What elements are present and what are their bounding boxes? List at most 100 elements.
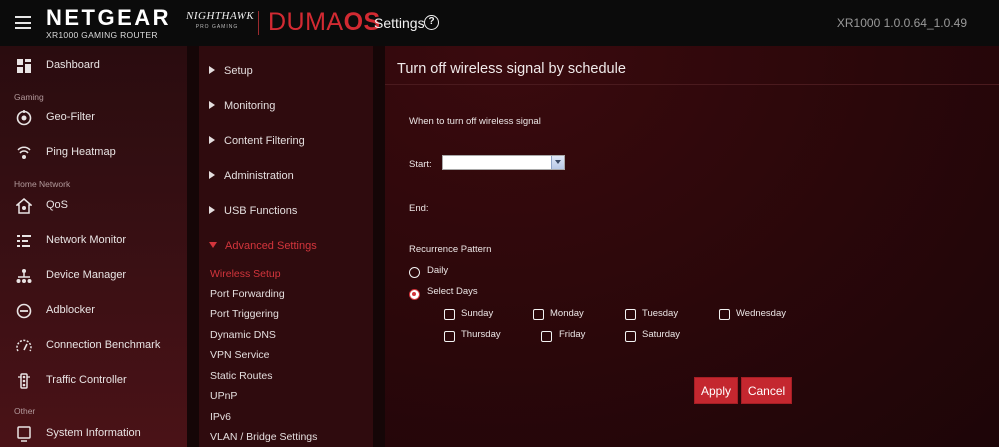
- saturday-label: Saturday: [642, 329, 681, 340]
- nighthawk-logo: NIGHTHAWK PRO GAMING: [186, 10, 255, 30]
- sidebar-item-label: QoS: [46, 199, 69, 211]
- sidebar-item-label: Connection Benchmark: [46, 339, 161, 351]
- settings-title: Settings: [374, 15, 425, 31]
- sidebar-item-label: Dashboard: [46, 59, 100, 71]
- sidebar-item-dashboard[interactable]: Dashboard: [0, 52, 187, 82]
- daily-label: Daily: [427, 265, 449, 276]
- chevron-right-icon: [209, 206, 215, 214]
- saturday-checkbox[interactable]: [625, 331, 636, 342]
- subnav-link-upnp[interactable]: UPnP: [210, 390, 237, 402]
- netgear-logo: NETGEAR XR1000 GAMING ROUTER: [46, 5, 172, 41]
- thursday-checkbox[interactable]: [444, 331, 455, 342]
- subnav-monitoring[interactable]: Monitoring: [209, 100, 275, 112]
- ping-heatmap-icon: [17, 146, 31, 159]
- system-information-icon: [17, 426, 31, 442]
- subnav-label: Setup: [224, 65, 253, 77]
- when-label: When to turn off wireless signal: [409, 116, 541, 127]
- select-days-radio[interactable]: [409, 289, 420, 300]
- sidebar-item-label: Ping Heatmap: [46, 146, 116, 158]
- subnav-administration[interactable]: Administration: [209, 170, 294, 182]
- dumaos-prefix: DUMA: [268, 8, 344, 36]
- wednesday-checkbox[interactable]: [719, 309, 730, 320]
- subnav-link-dynamic-dns[interactable]: Dynamic DNS: [210, 329, 276, 341]
- recurrence-label: Recurrence Pattern: [409, 244, 492, 255]
- main-content: Turn off wireless signal by schedule Whe…: [385, 46, 999, 447]
- sidebar-item-geo-filter[interactable]: Geo-Filter: [0, 104, 187, 134]
- sidebar-item-label: Network Monitor: [46, 234, 127, 246]
- dashboard-icon: [17, 59, 31, 73]
- adblocker-icon: [16, 303, 32, 319]
- help-icon[interactable]: ?: [424, 15, 439, 30]
- subnav-label: Monitoring: [224, 100, 276, 112]
- sidebar-item-label: Device Manager: [46, 269, 127, 281]
- sidebar-item-label: Adblocker: [46, 304, 95, 316]
- thursday-label: Thursday: [461, 329, 501, 340]
- traffic-controller-icon: [18, 373, 30, 389]
- tuesday-label: Tuesday: [642, 308, 679, 319]
- sunday-label: Sunday: [461, 308, 494, 319]
- start-label: Start:: [409, 159, 432, 170]
- sidebar-item-qos[interactable]: QoS: [0, 192, 187, 222]
- subnav-setup[interactable]: Setup: [209, 65, 253, 77]
- start-time-select[interactable]: [442, 155, 565, 170]
- friday-label: Friday: [559, 329, 586, 340]
- subnav-label: Advanced Settings: [225, 240, 317, 252]
- section-home-network: Home Network: [14, 179, 71, 189]
- sidebar-item-system-information[interactable]: System Information: [0, 420, 187, 447]
- sunday-checkbox[interactable]: [444, 309, 455, 320]
- dumaos-logo: DUMAOS: [268, 9, 381, 36]
- sidebar-item-connection-benchmark[interactable]: Connection Benchmark: [0, 332, 187, 362]
- subnav-link-static-routes[interactable]: Static Routes: [210, 370, 272, 382]
- tuesday-checkbox[interactable]: [625, 309, 636, 320]
- chevron-right-icon: [209, 66, 215, 74]
- subnav-link-wireless-setup[interactable]: Wireless Setup: [210, 268, 281, 280]
- sidebar-item-ping-heatmap[interactable]: Ping Heatmap: [0, 139, 187, 169]
- subnav-link-vpn-service[interactable]: VPN Service: [210, 349, 270, 361]
- chevron-right-icon: [209, 171, 215, 179]
- subnav-link-ipv6[interactable]: IPv6: [210, 411, 231, 423]
- sidebar-item-device-manager[interactable]: Device Manager: [0, 262, 187, 292]
- subnav-usb-functions[interactable]: USB Functions: [209, 205, 297, 217]
- subnav-link-vlan-bridge-settings[interactable]: VLAN / Bridge Settings: [210, 431, 317, 443]
- sidebar-item-label: System Information: [46, 427, 141, 439]
- apply-button[interactable]: Apply: [694, 377, 738, 404]
- router-model: XR1000 GAMING ROUTER: [46, 30, 158, 40]
- title-divider: [385, 84, 999, 85]
- friday-checkbox[interactable]: [541, 331, 552, 342]
- subnav-content-filtering[interactable]: Content Filtering: [209, 135, 305, 147]
- cancel-button[interactable]: Cancel: [741, 377, 792, 404]
- settings-subnav: Setup Monitoring Content Filtering Admin…: [199, 46, 373, 447]
- nighthawk-tagline: PRO GAMING: [195, 24, 239, 30]
- subnav-link-port-triggering[interactable]: Port Triggering: [210, 308, 279, 320]
- monday-label: Monday: [550, 308, 584, 319]
- wednesday-label: Wednesday: [736, 308, 786, 319]
- select-days-label: Select Days: [427, 286, 478, 297]
- network-monitor-icon: [17, 235, 31, 247]
- daily-radio[interactable]: [409, 267, 420, 278]
- firmware-version: XR1000 1.0.0.64_1.0.49: [836, 16, 967, 30]
- sidebar-item-adblocker[interactable]: Adblocker: [0, 297, 187, 327]
- subnav-link-port-forwarding[interactable]: Port Forwarding: [210, 288, 285, 300]
- section-other: Other: [14, 406, 36, 416]
- qos-icon: [16, 198, 32, 214]
- chevron-down-icon: [209, 242, 217, 248]
- chevron-right-icon: [209, 101, 215, 109]
- subnav-advanced-settings[interactable]: Advanced Settings: [209, 240, 317, 252]
- header-divider: [258, 11, 259, 35]
- subnav-label: Administration: [224, 170, 294, 182]
- section-gaming: Gaming: [14, 92, 44, 102]
- subnav-label: Content Filtering: [224, 135, 305, 147]
- top-bar: NETGEAR XR1000 GAMING ROUTER NIGHTHAWK P…: [0, 0, 999, 46]
- dropdown-arrow-icon[interactable]: [551, 156, 564, 169]
- chevron-right-icon: [209, 136, 215, 144]
- sidebar-item-network-monitor[interactable]: Network Monitor: [0, 227, 187, 257]
- subnav-label: USB Functions: [224, 205, 298, 217]
- sidebar-item-label: Geo-Filter: [46, 111, 95, 123]
- sidebar-item-traffic-controller[interactable]: Traffic Controller: [0, 367, 187, 397]
- brand-name: NETGEAR: [46, 5, 172, 30]
- monday-checkbox[interactable]: [533, 309, 544, 320]
- nighthawk-wordmark: NIGHTHAWK: [186, 10, 255, 22]
- hamburger-menu-icon[interactable]: [15, 16, 31, 29]
- sidebar-item-label: Traffic Controller: [46, 374, 127, 386]
- end-label: End:: [409, 203, 429, 214]
